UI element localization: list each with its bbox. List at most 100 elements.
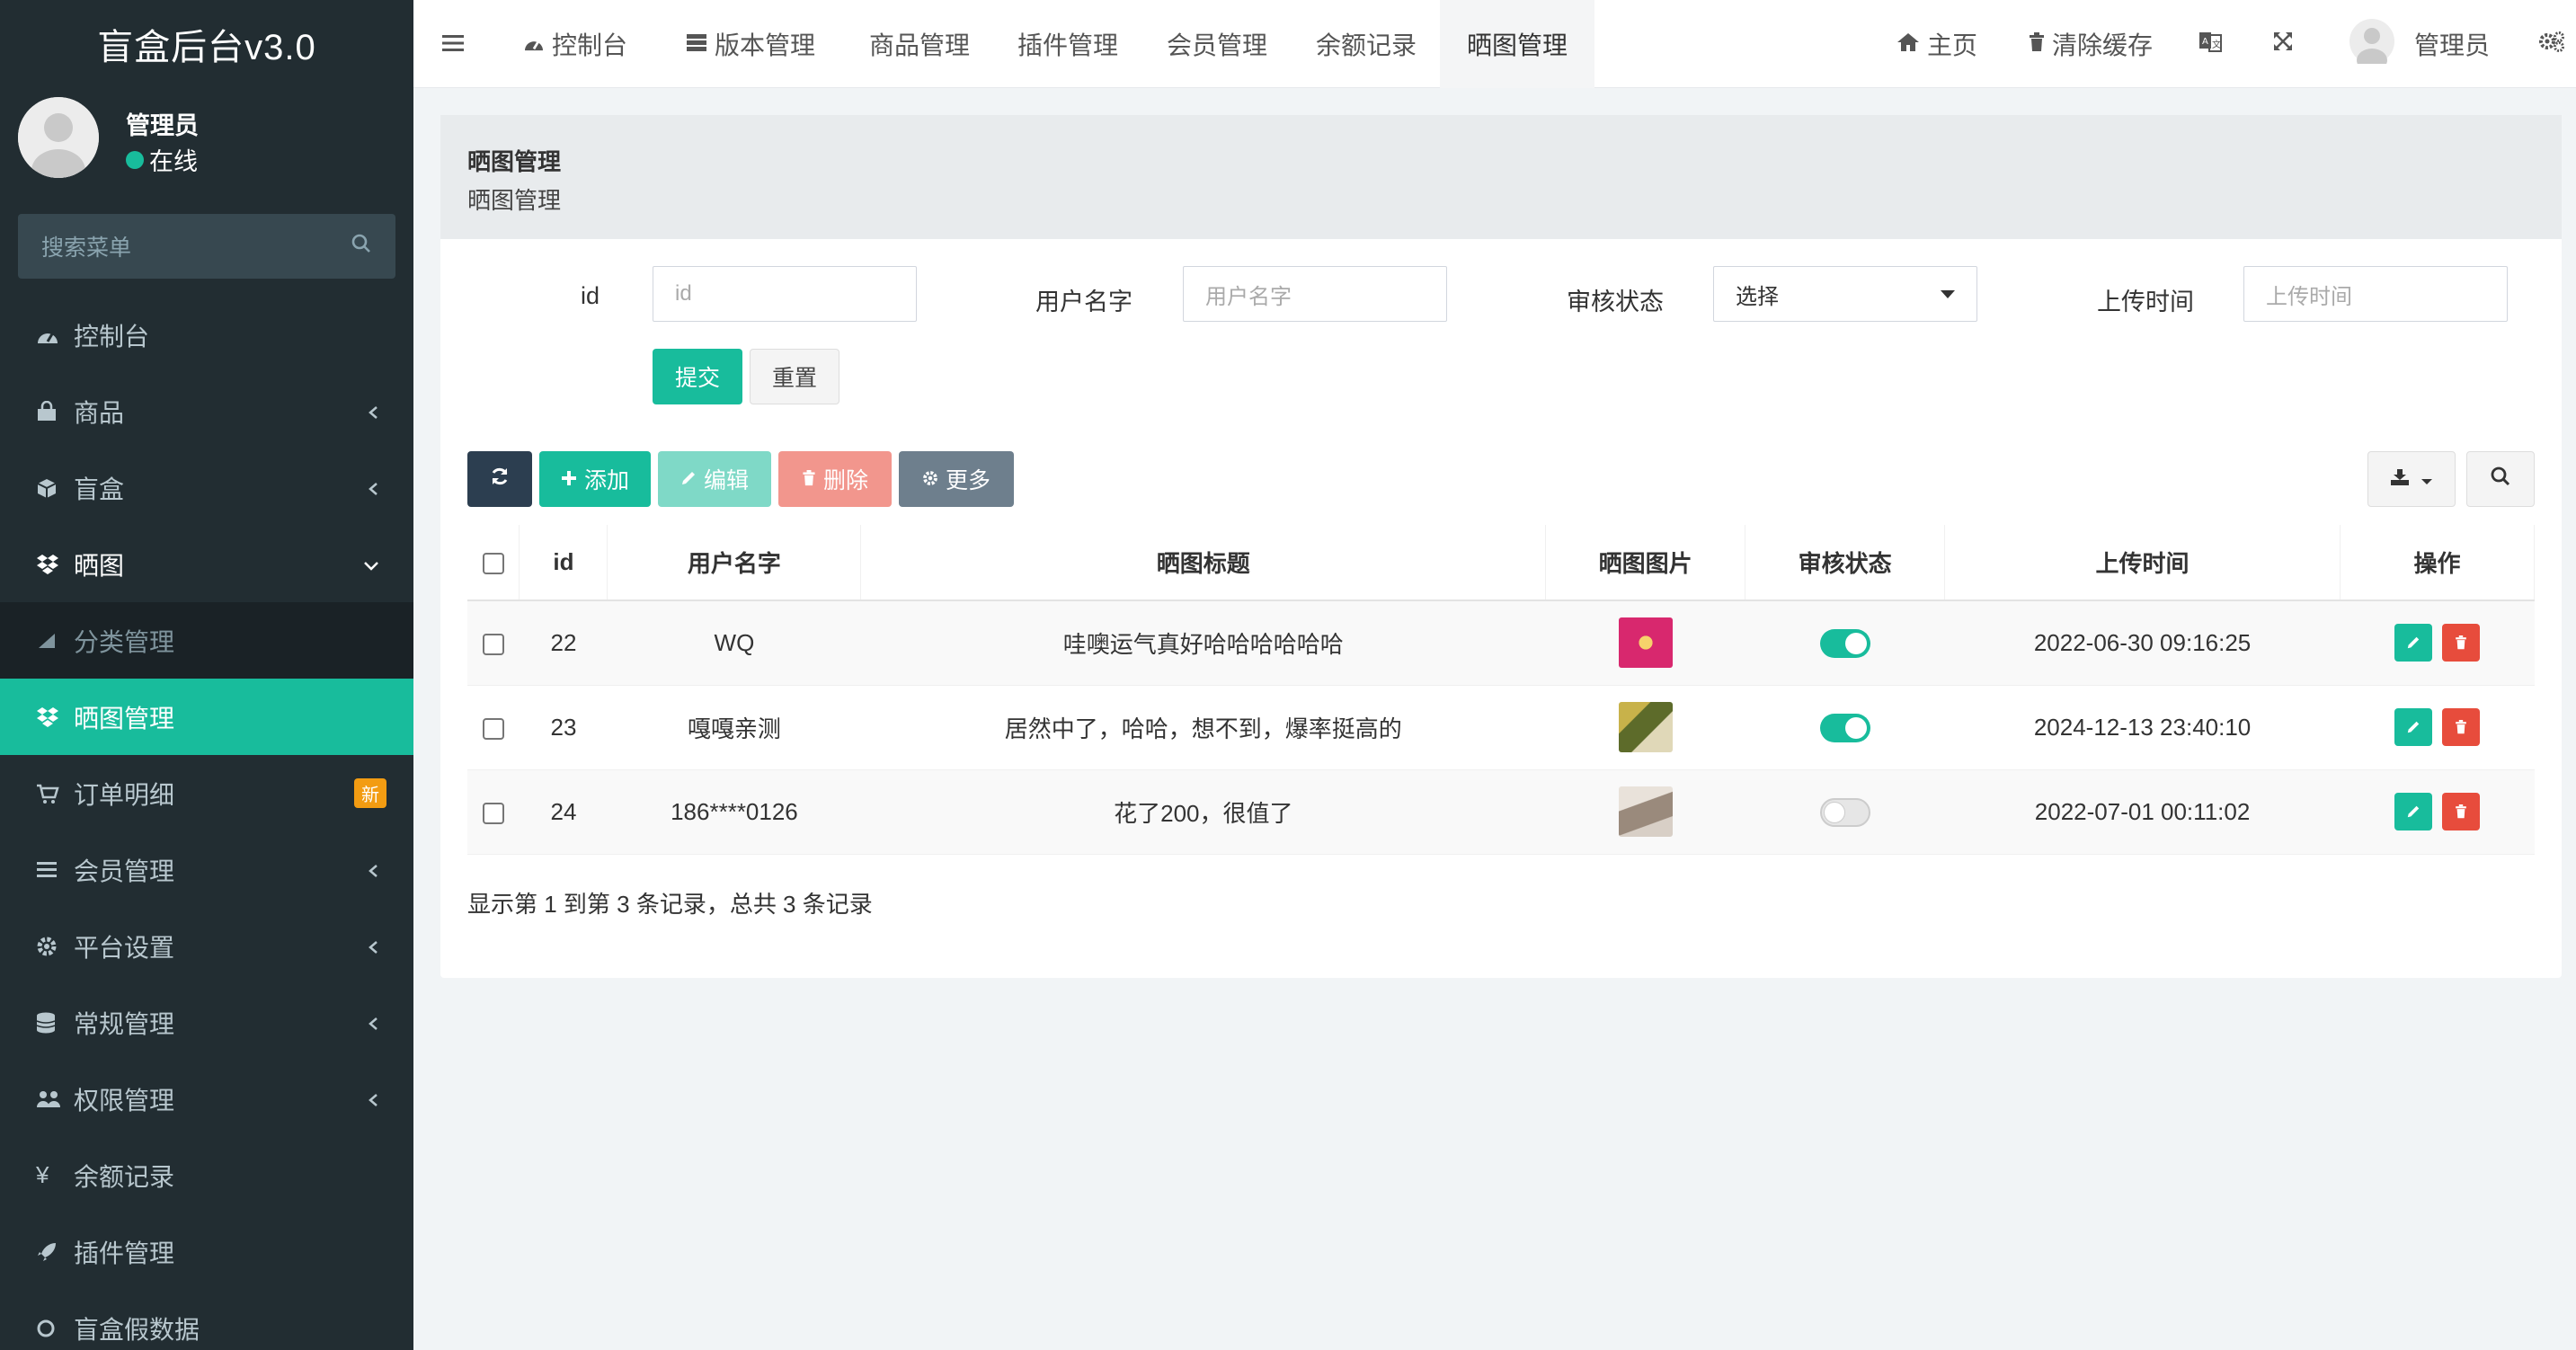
sidebar-item-goods[interactable]: 商品 xyxy=(0,373,413,449)
tab-balance[interactable]: 余额记录 xyxy=(1316,0,1417,88)
column-header[interactable]: 晒图图片 xyxy=(1545,525,1746,601)
edit-button[interactable]: 编辑 xyxy=(658,451,771,507)
sidebar-item-label: 余额记录 xyxy=(74,1162,175,1191)
shopping-bag-icon xyxy=(36,400,74,422)
row-title: 居然中了，哈哈，想不到，爆率挺高的 xyxy=(860,685,1546,770)
tab-plugins[interactable]: 插件管理 xyxy=(1017,0,1118,88)
search-icon xyxy=(351,233,372,261)
row-thumbnail[interactable] xyxy=(1618,617,1673,669)
sidebar-item-showpic-manage[interactable]: 晒图管理 xyxy=(0,679,413,755)
column-header[interactable]: id xyxy=(519,525,608,601)
svg-text:文: 文 xyxy=(2212,39,2221,50)
sidebar-item-label: 控制台 xyxy=(74,322,150,351)
column-header[interactable]: 用户名字 xyxy=(607,525,862,601)
sidebar-item-members[interactable]: 会员管理 xyxy=(0,831,413,908)
tab-label: 余额记录 xyxy=(1316,31,1417,59)
export-icon xyxy=(2390,466,2413,493)
chevron-left-icon xyxy=(367,932,379,961)
clear-cache-button[interactable]: 清除缓存 xyxy=(2029,0,2153,88)
add-button[interactable]: 添加 xyxy=(539,451,651,507)
row-time: 2022-06-30 09:16:25 xyxy=(1944,600,2341,686)
sidebar-item-label: 权限管理 xyxy=(74,1086,175,1115)
filter-username-input[interactable]: 用户名字 xyxy=(1183,266,1447,322)
delete-button[interactable]: 删除 xyxy=(778,451,892,507)
sidebar-item-plugins[interactable]: 插件管理 xyxy=(0,1213,413,1290)
status-toggle[interactable] xyxy=(1819,713,1870,742)
translate-button[interactable]: A文 xyxy=(2198,0,2222,88)
row-image-cell xyxy=(1545,769,1745,855)
row-edit-button[interactable] xyxy=(2394,708,2432,746)
tab-dashboard[interactable]: 控制台 xyxy=(523,0,627,88)
filter-time-label: 上传时间 xyxy=(2097,289,2194,315)
sidebar-search-input[interactable]: 搜索菜单 xyxy=(18,214,395,279)
content-panel: 晒图管理 晒图管理 id id 用户名字 用户名字 审核状态 选择 上传时间 上… xyxy=(440,115,2562,978)
yen-icon: ¥ xyxy=(36,1161,49,1188)
refresh-button[interactable] xyxy=(467,451,532,507)
sidebar-item-dashboard[interactable]: 控制台 xyxy=(0,297,413,373)
tab-members[interactable]: 会员管理 xyxy=(1167,0,1267,88)
chevron-left-icon xyxy=(367,474,379,502)
page-title: 晒图管理 xyxy=(467,148,562,175)
row-delete-button[interactable] xyxy=(2442,624,2481,662)
row-edit-button[interactable] xyxy=(2394,793,2432,830)
sidebar-item-balance[interactable]: ¥ 余额记录 xyxy=(0,1137,413,1213)
sidebar-item-fake-data[interactable]: 盲盒假数据 xyxy=(0,1290,413,1350)
reset-button[interactable]: 重置 xyxy=(750,349,839,404)
row-delete-button[interactable] xyxy=(2442,708,2481,746)
column-header[interactable]: 晒图标题 xyxy=(860,525,1547,601)
filter-status-value: 选择 xyxy=(1736,284,1779,309)
fullscreen-button[interactable] xyxy=(2272,0,2294,88)
row-checkbox[interactable] xyxy=(482,717,504,740)
tab-showpics[interactable]: 晒图管理 xyxy=(1440,0,1595,88)
sidebar-item-category[interactable]: 分类管理 xyxy=(0,602,413,679)
brand-title[interactable]: 盲盒后台v3.0 xyxy=(0,0,413,88)
row-checkbox[interactable] xyxy=(482,802,504,824)
status-toggle[interactable] xyxy=(1819,628,1870,658)
admin-menu[interactable]: 管理员 xyxy=(2349,0,2490,88)
row-thumbnail[interactable] xyxy=(1618,786,1673,837)
status-toggle-knob xyxy=(1844,632,1867,654)
circle-outline-icon xyxy=(36,1318,74,1339)
column-header[interactable]: 上传时间 xyxy=(1944,525,2341,601)
circle-icon xyxy=(36,630,74,652)
settings-button[interactable] xyxy=(2538,0,2565,88)
column-header[interactable]: 审核状态 xyxy=(1745,525,1946,601)
sidebar-item-permissions[interactable]: 权限管理 xyxy=(0,1061,413,1137)
table-row: 22 WQ 哇噢运气真好哈哈哈哈哈哈 2022-06-30 09:16:25 xyxy=(467,600,2535,686)
more-button[interactable]: 更多 xyxy=(899,451,1014,507)
row-image-cell xyxy=(1545,685,1745,770)
users-icon xyxy=(36,1089,74,1109)
export-button[interactable] xyxy=(2367,451,2456,507)
filter-status-select[interactable]: 选择 xyxy=(1713,266,1977,322)
row-thumbnail[interactable] xyxy=(1618,702,1673,752)
sidebar-item-orders[interactable]: 订单明细 新 xyxy=(0,755,413,831)
filter-time-input[interactable]: 上传时间 xyxy=(2243,266,2508,322)
row-title: 花了200，很值了 xyxy=(860,769,1546,855)
filter-id-label: id xyxy=(581,282,600,309)
tab-label: 商品管理 xyxy=(869,31,971,59)
status-toggle[interactable] xyxy=(1819,797,1870,827)
submit-button[interactable]: 提交 xyxy=(653,349,742,404)
caret-down-icon xyxy=(1941,289,1955,298)
row-edit-button[interactable] xyxy=(2394,624,2432,662)
tab-goods[interactable]: 商品管理 xyxy=(869,0,970,88)
row-actions xyxy=(2340,769,2535,855)
sidebar-item-general[interactable]: 常规管理 xyxy=(0,984,413,1061)
row-id: 23 xyxy=(519,685,608,770)
sidebar-item-showpics[interactable]: 晒图 xyxy=(0,526,413,602)
sidebar-item-blindbox[interactable]: 盲盒 xyxy=(0,449,413,526)
search-toggle-button[interactable] xyxy=(2466,451,2535,507)
row-checkbox[interactable] xyxy=(482,633,504,655)
gear-icon xyxy=(36,936,74,957)
home-link[interactable]: 主页 xyxy=(1896,0,1977,88)
select-all-checkbox[interactable] xyxy=(482,553,504,575)
tab-label: 版本管理 xyxy=(715,31,816,59)
filter-id-input[interactable]: id xyxy=(653,266,917,322)
tab-versions[interactable]: 版本管理 xyxy=(686,0,815,88)
row-delete-button[interactable] xyxy=(2442,793,2481,830)
sidebar-item-platform-settings[interactable]: 平台设置 xyxy=(0,908,413,984)
filter-username-label: 用户名字 xyxy=(1035,289,1133,315)
tab-label: 插件管理 xyxy=(1017,31,1119,59)
sidebar-toggle-button[interactable] xyxy=(442,0,464,88)
tab-label: 晒图管理 xyxy=(1467,31,1568,59)
